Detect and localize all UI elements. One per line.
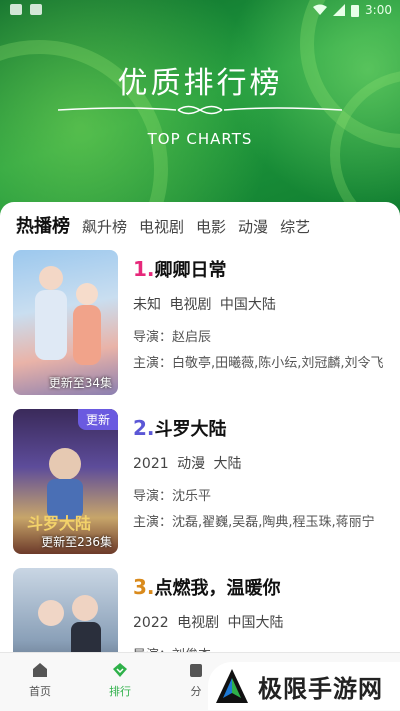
item-title-row: 1.卿卿日常 bbox=[133, 256, 388, 282]
poster-caption: 更新至34集 bbox=[48, 376, 112, 390]
wifi-icon bbox=[313, 4, 328, 15]
item-title-row: 2.斗罗大陆 bbox=[133, 415, 388, 441]
ranking-icon bbox=[113, 663, 127, 677]
nav-home[interactable]: 首页 bbox=[10, 661, 70, 699]
rank-number: 2. bbox=[133, 416, 155, 440]
item-meta: 2022 电视剧 中国大陆 bbox=[133, 615, 284, 631]
tab-variety[interactable]: 综艺 bbox=[280, 216, 310, 237]
ornament-divider bbox=[58, 105, 342, 115]
update-badge: 更新 bbox=[77, 409, 118, 430]
tab-rising[interactable]: 飙升榜 bbox=[82, 216, 127, 237]
poster-image[interactable] bbox=[13, 568, 118, 652]
item-title-row: 3.点燃我，温暖你 bbox=[133, 574, 388, 600]
item-director: 导演：沈乐平 bbox=[133, 489, 212, 504]
battery-icon bbox=[351, 4, 360, 17]
poster-caption: 更新至236集 bbox=[41, 535, 112, 549]
category-icon bbox=[190, 664, 202, 677]
signal-icon bbox=[333, 4, 346, 16]
watermark-logo bbox=[216, 669, 248, 703]
item-meta: 2021 动漫 大陆 bbox=[133, 456, 242, 472]
tab-tv[interactable]: 电视剧 bbox=[139, 216, 184, 237]
ranking-panel: 热播榜 飙升榜 电视剧 电影 动漫 综艺 更新至34集 1.卿卿日常 未知 电视… bbox=[0, 202, 400, 652]
nav-ranking[interactable]: 排行 bbox=[90, 661, 150, 699]
item-director: 导演：赵启辰 bbox=[133, 330, 212, 345]
home-icon bbox=[33, 663, 47, 677]
app-notification-icon bbox=[30, 4, 42, 15]
nav-ranking-label: 排行 bbox=[109, 685, 131, 698]
item-title: 卿卿日常 bbox=[154, 260, 227, 281]
ranking-tabs: 热播榜 飙升榜 电视剧 电影 动漫 综艺 bbox=[16, 212, 310, 238]
nav-home-label: 首页 bbox=[29, 685, 51, 698]
list-item[interactable]: 斗罗大陆 更新 更新至236集 2.斗罗大陆 2021 动漫 大陆 导演：沈乐平… bbox=[13, 409, 388, 554]
tab-hot[interactable]: 热播榜 bbox=[16, 212, 70, 238]
status-time: 3:00 bbox=[365, 3, 392, 17]
tab-movie[interactable]: 电影 bbox=[196, 216, 226, 237]
watermark-text: 极限手游网 bbox=[258, 674, 383, 703]
item-cast: 主演：沈磊,翟巍,吴磊,陶典,程玉珠,蒋丽宁 bbox=[133, 515, 375, 530]
list-item[interactable]: 3.点燃我，温暖你 2022 电视剧 中国大陆 导演：刘俊杰 bbox=[13, 568, 388, 652]
nav-category-label: 分 bbox=[190, 685, 202, 698]
poster-image[interactable]: 更新至34集 bbox=[13, 250, 118, 395]
item-meta: 未知 电视剧 中国大陆 bbox=[133, 297, 276, 313]
page-title: 优质排行榜 bbox=[117, 66, 283, 101]
item-title: 点燃我，温暖你 bbox=[154, 578, 281, 599]
image-notification-icon bbox=[10, 4, 22, 15]
hero-banner: 3:00 优质排行榜 TOP CHARTS bbox=[0, 0, 400, 232]
poster-art bbox=[38, 595, 101, 652]
item-director: 导演：刘俊杰 bbox=[133, 644, 388, 652]
tab-anime[interactable]: 动漫 bbox=[238, 216, 268, 237]
watermark: 极限手游网 bbox=[208, 662, 400, 710]
svg-text:斗罗大陆: 斗罗大陆 bbox=[27, 514, 91, 533]
rank-number: 3. bbox=[133, 575, 155, 599]
list-item[interactable]: 更新至34集 1.卿卿日常 未知 电视剧 中国大陆 导演：赵启辰 主演：白敬亭,… bbox=[13, 250, 388, 395]
item-title: 斗罗大陆 bbox=[154, 419, 227, 440]
item-cast: 主演：白敬亭,田曦薇,陈小纭,刘冠麟,刘令飞 bbox=[133, 356, 384, 371]
status-bar: 3:00 bbox=[0, 0, 400, 22]
poster-image[interactable]: 斗罗大陆 更新 更新至236集 bbox=[13, 409, 118, 554]
page-subtitle: TOP CHARTS bbox=[147, 130, 253, 148]
rank-number: 1. bbox=[133, 257, 155, 281]
